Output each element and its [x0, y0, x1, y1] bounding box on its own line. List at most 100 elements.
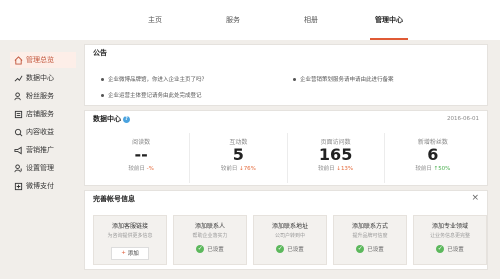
sidebar: 管理总览 数据中心 粉丝服务 店铺服务 内容收益 营销推广 设置管理 微博支付: [10, 52, 76, 196]
check-icon: ✓: [356, 245, 365, 253]
tab-services[interactable]: 服务: [200, 0, 266, 40]
data-date: 2016-06-01: [447, 116, 479, 122]
metric-compare: 较前日 ↓13%: [288, 164, 384, 172]
status-text: 已设置: [367, 247, 384, 253]
sidebar-item-label: 粉丝服务: [26, 92, 54, 100]
notice-text: 企业运营主体登记请务由此处完成登记: [108, 93, 202, 99]
metric-compare: 较前日 -%: [93, 164, 189, 172]
card-add-contact-method: 添加联系方式 提升品牌可信度 ✓ 已设置: [333, 215, 407, 265]
home-icon: [14, 55, 23, 65]
sidebar-item-label: 微博支付: [26, 182, 54, 190]
data-icon: [14, 75, 23, 82]
card-title: 添加联系地址: [271, 223, 308, 230]
notice-text: 企业微博品牌馆，你进入企业主页了吗？: [108, 77, 208, 83]
account-cards: 添加客服链接 为咨询提供更多信息 + 添加 添加联系人 帮助企业落实力 ✓ 已设置 …: [93, 215, 493, 265]
metrics-row: 阅读数 -- 较前日 -% 互动数 5 较前日 ↓76% 页面访问数 165 较…: [93, 133, 481, 183]
sidebar-item-label: 数据中心: [26, 74, 54, 82]
fans-icon: [14, 91, 21, 100]
card-desc: 让业务信息更完整: [429, 233, 470, 239]
check-icon: ✓: [196, 245, 205, 253]
card-desc: 帮助企业落实力: [192, 233, 228, 239]
notice-link[interactable]: 企业微博品牌馆，你进入企业主页了吗？: [101, 75, 207, 83]
compare-label: 较前日: [128, 166, 145, 172]
check-icon: ✓: [436, 245, 445, 253]
compare-label: 较前日: [318, 166, 335, 172]
metric-new-fans[interactable]: 新增粉丝数 6 较前日 ↑50%: [385, 133, 481, 183]
card-desc: 公司户转到中: [274, 233, 305, 239]
tab-albums[interactable]: 相册: [278, 0, 344, 40]
status-text: 已设置: [447, 247, 464, 253]
compare-label: 较前日: [220, 166, 238, 172]
sidebar-item-content[interactable]: 内容收益: [10, 124, 76, 140]
tab-management-center[interactable]: 管理中心: [356, 0, 422, 40]
notice-link[interactable]: 企业运营主体登记请务由此处完成登记: [101, 91, 202, 99]
payment-icon: [14, 182, 23, 190]
check-icon: ✓: [276, 245, 285, 253]
status-badge: ✓ 已设置: [414, 245, 486, 253]
metric-compare: 较前日 ↑50%: [385, 164, 481, 172]
sidebar-item-data-center[interactable]: 数据中心: [10, 70, 76, 86]
card-title: 添加专业领域: [431, 223, 468, 230]
sidebar-item-settings[interactable]: 设置管理: [10, 160, 76, 176]
data-center-header: 数据中心 ?: [85, 111, 487, 127]
sidebar-item-overview[interactable]: 管理总览: [10, 52, 76, 68]
bullet-icon: [101, 77, 104, 81]
card-add-contact: 添加联系人 帮助企业落实力 ✓ 已设置: [173, 215, 247, 265]
store-icon: [14, 110, 23, 118]
add-button-label: 添加: [127, 251, 139, 257]
sidebar-item-label: 店铺服务: [26, 110, 54, 118]
sidebar-item-label: 管理总览: [26, 56, 54, 64]
data-center-title: 数据中心: [93, 115, 121, 123]
card-title: 添加联系方式: [351, 223, 388, 230]
metric-reads[interactable]: 阅读数 -- 较前日 -%: [93, 133, 191, 183]
bullet-icon: [293, 77, 296, 81]
sidebar-item-store[interactable]: 店铺服务: [10, 106, 76, 122]
notice-panel: 公告 企业微博品牌馆，你进入企业主页了吗？ 企业营销策划服务请申请由此进行备案 …: [84, 44, 488, 106]
status-badge: ✓ 已设置: [174, 245, 246, 253]
close-icon[interactable]: ×: [471, 193, 479, 203]
compare-value: 13%: [340, 166, 354, 172]
metric-value: 6: [427, 145, 439, 164]
top-nav-tabs: 主页 服务 相册 管理中心: [122, 0, 434, 40]
metric-interactions[interactable]: 互动数 5 较前日 ↓76%: [190, 133, 288, 183]
compare-value: 76%: [243, 166, 256, 172]
sidebar-item-fans[interactable]: 粉丝服务: [10, 88, 76, 104]
content-icon: [14, 128, 23, 136]
metric-value: 5: [232, 145, 244, 164]
add-button[interactable]: + 添加: [111, 246, 149, 260]
tab-home[interactable]: 主页: [122, 0, 188, 40]
marketing-icon: [14, 146, 22, 154]
sidebar-item-payment[interactable]: 微博支付: [10, 178, 76, 194]
card-title: 添加客服链接: [111, 223, 148, 230]
status-badge: ✓ 已设置: [334, 245, 406, 253]
sidebar-item-label: 内容收益: [26, 128, 54, 136]
notice-text: 企业营销策划服务请申请由此进行备案: [300, 77, 394, 83]
sidebar-item-label: 设置管理: [26, 164, 54, 172]
status-text: 已设置: [207, 247, 224, 253]
status-badge: ✓ 已设置: [254, 245, 326, 253]
complete-account-title: 完善帐号信息: [93, 195, 135, 203]
sidebar-item-marketing[interactable]: 营销推广: [10, 142, 76, 158]
settings-icon: [14, 163, 22, 172]
top-navigation-bar: 主页 服务 相册 管理中心: [0, 0, 500, 41]
card-desc: 为咨询提供更多信息: [107, 233, 153, 239]
card-add-service-link: 添加客服链接 为咨询提供更多信息 + 添加: [93, 215, 167, 265]
complete-account-panel: 完善帐号信息 × 添加客服链接 为咨询提供更多信息 + 添加 添加联系人 帮助企业…: [84, 190, 488, 270]
metric-compare: 较前日 ↓76%: [190, 164, 286, 172]
notice-title: 公告: [93, 49, 107, 57]
card-desc: 提升品牌可信度: [352, 233, 388, 239]
card-add-address: 添加联系地址 公司户转到中 ✓ 已设置: [253, 215, 327, 265]
plus-icon: +: [121, 250, 126, 256]
compare-value: 50%: [438, 166, 451, 172]
status-text: 已设置: [287, 247, 304, 253]
card-add-expertise: 添加专业领域 让业务信息更完整 ✓ 已设置: [413, 215, 487, 265]
metric-page-visits[interactable]: 页面访问数 165 较前日 ↓13%: [288, 133, 385, 183]
card-title: 添加联系人: [194, 223, 225, 230]
help-icon[interactable]: ?: [123, 115, 130, 123]
sidebar-item-label: 营销推广: [26, 146, 54, 154]
metric-value: --: [134, 145, 148, 164]
metric-value: 165: [318, 145, 353, 164]
compare-value: -%: [146, 166, 154, 172]
data-center-panel: 数据中心 ? 2016-06-01 阅读数 -- 较前日 -% 互动数 5 较前…: [84, 110, 488, 186]
notice-link[interactable]: 企业营销策划服务请申请由此进行备案: [293, 75, 394, 83]
